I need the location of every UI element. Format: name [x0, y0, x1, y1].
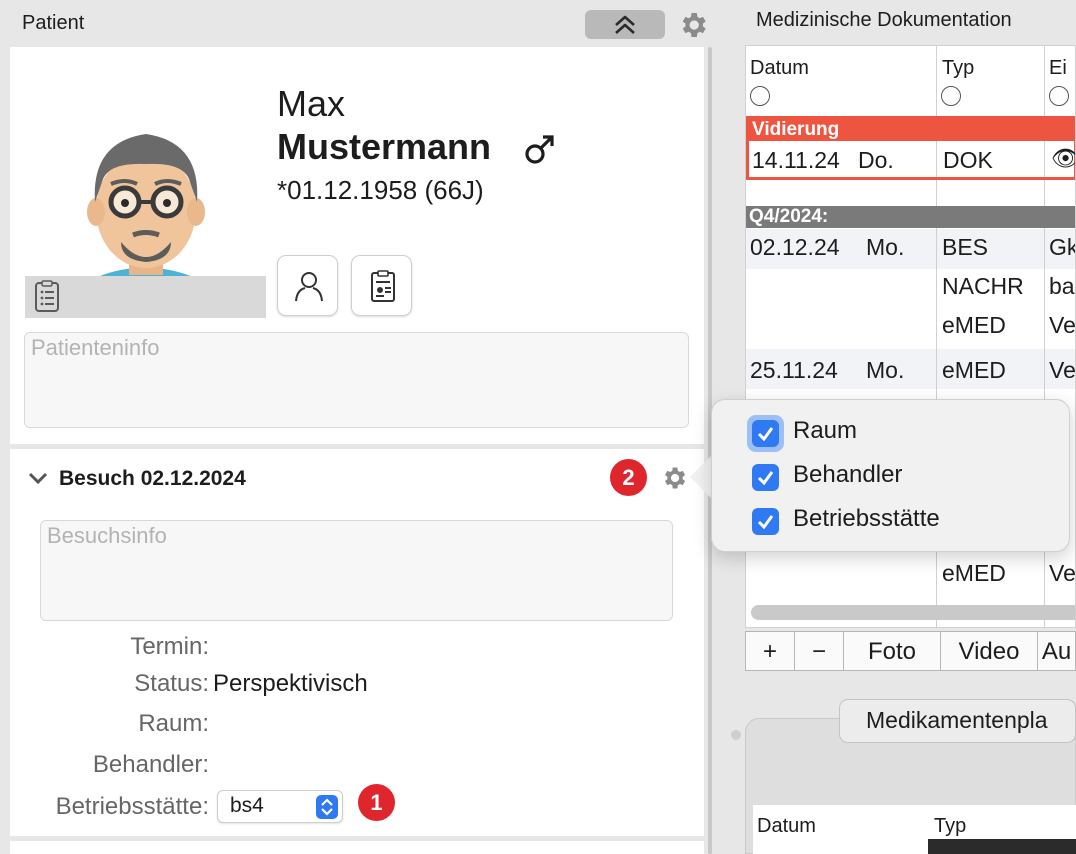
patient-card: Max Mustermann *01.12.1958 (66J) Patient…	[10, 47, 704, 444]
betriebsstaette-select[interactable]: bs4	[217, 790, 343, 823]
vidierung-label: Vidierung	[752, 119, 840, 140]
popover-arrow	[690, 455, 712, 499]
foto-button[interactable]: Foto	[843, 631, 941, 671]
person-icon	[295, 272, 323, 302]
eye-icon: 👁	[1051, 145, 1075, 172]
vidierung-header: Vidierung	[749, 119, 1075, 141]
double-chevron-up-icon	[615, 15, 635, 34]
termin-label: Termin:	[130, 633, 209, 660]
filter-radio[interactable]	[941, 86, 961, 106]
filter-radio[interactable]	[750, 86, 770, 106]
select-stepper-icon	[316, 795, 338, 819]
quarter-label: Q4/2024:	[749, 206, 829, 227]
raum-label: Raum:	[138, 710, 209, 737]
patient-record-button[interactable]	[351, 255, 412, 316]
horizontal-scrollbar[interactable]	[751, 605, 1075, 620]
row-type[interactable]: eMED	[942, 560, 1006, 587]
checkbox-behandler[interactable]	[752, 464, 779, 491]
row-date[interactable]: 25.11.24	[750, 357, 838, 384]
row-ein: Ve	[1049, 357, 1076, 383]
chevron-down-icon[interactable]	[28, 471, 48, 485]
visit-fields-popover: Raum Behandler Betriebsstätte	[711, 399, 1070, 552]
visit-card: Besuch 02.12.2024 2 Besuchsinfo Termin: …	[10, 449, 704, 836]
row-day: Mo.	[866, 234, 905, 260]
selected-row[interactable]	[928, 839, 1076, 854]
patient-panel-title: Patient	[22, 12, 85, 34]
next-card-strip	[10, 841, 704, 854]
visit-title: Besuch 02.12.2024	[59, 467, 246, 490]
row-type: BES	[942, 234, 989, 260]
status-value: Perspektivisch	[213, 670, 368, 697]
row-ein: Ve	[1049, 312, 1076, 338]
checkmark-icon	[757, 427, 774, 442]
visit-info-placeholder: Besuchsinfo	[47, 523, 167, 548]
row-type[interactable]: NACHR	[942, 273, 1024, 300]
patient-birthdate: *01.12.1958 (66J)	[277, 175, 484, 205]
patient-first-name: Max	[277, 83, 346, 124]
visit-settings-gear-icon[interactable]	[660, 464, 688, 492]
row-day: Do.	[858, 147, 894, 173]
patient-details-button[interactable]	[277, 255, 338, 316]
column-header-ein[interactable]: Ei	[1049, 57, 1067, 80]
male-symbol-icon	[525, 135, 554, 164]
popover-label-betriebsstaette: Betriebsstätte	[793, 505, 940, 532]
row-date: 14.11.24	[752, 147, 840, 173]
step-badge-1: 1	[358, 784, 395, 821]
add-button[interactable]: +	[745, 631, 795, 671]
tab-medikamentenplan[interactable]: Medikamentenpla	[839, 699, 1076, 743]
step-badge-2: 2	[610, 459, 647, 496]
au-button[interactable]: Au	[1037, 631, 1076, 671]
remove-button[interactable]: −	[794, 631, 844, 671]
med-doc-title: Medizinische Dokumentation	[756, 9, 1012, 31]
status-label: Status:	[134, 670, 209, 697]
tab-medikamentenplan-label: Medikamentenpla	[866, 707, 1048, 733]
behandler-label: Behandler:	[92, 751, 209, 778]
checkbox-raum[interactable]	[752, 420, 779, 447]
betriebsstaette-select-value: bs4	[230, 794, 264, 817]
patient-last-name: Mustermann	[277, 126, 492, 167]
row-ein: Gk	[1049, 234, 1076, 260]
collapse-button[interactable]	[585, 10, 665, 39]
doc-toolbar: + − Foto Video Au	[745, 631, 1076, 671]
row-ein: Ve	[1049, 560, 1076, 586]
checkmark-icon	[757, 471, 774, 486]
quarter-header: Q4/2024:	[746, 206, 1075, 228]
row-type[interactable]: eMED	[942, 312, 1006, 339]
column-header-datum[interactable]: Datum	[750, 57, 809, 80]
column-header-typ[interactable]: Typ	[934, 815, 966, 838]
column-header-typ[interactable]: Typ	[942, 57, 974, 80]
popover-label-behandler: Behandler	[793, 461, 903, 488]
patient-info-placeholder: Patienteninfo	[31, 335, 160, 360]
gear-icon[interactable]	[677, 9, 709, 41]
patient-info-field[interactable]: Patienteninfo	[24, 332, 689, 428]
column-header-datum[interactable]: Datum	[757, 815, 816, 838]
betriebsstaette-label: Betriebsstätte:	[55, 793, 209, 820]
row-day: Mo.	[866, 357, 905, 383]
visit-info-field[interactable]: Besuchsinfo	[40, 520, 673, 621]
filter-radio[interactable]	[1049, 86, 1069, 106]
checkmark-icon	[757, 515, 774, 530]
video-button[interactable]: Video	[940, 631, 1038, 671]
row-type: eMED	[942, 357, 1006, 383]
checkbox-betriebsstaette[interactable]	[752, 508, 779, 535]
row-date[interactable]: 02.12.24	[750, 234, 840, 261]
clipboard-icon	[371, 270, 395, 302]
checklist-icon[interactable]	[32, 280, 62, 314]
medication-table: Datum Typ	[753, 805, 1076, 854]
row-ein: ba	[1049, 273, 1075, 299]
row-type: DOK	[943, 147, 993, 173]
popover-label-raum: Raum	[793, 417, 858, 444]
drag-handle[interactable]	[731, 730, 741, 740]
vidierung-group[interactable]: Vidierung 14.11.24 Do. DOK 👁	[746, 116, 1075, 180]
